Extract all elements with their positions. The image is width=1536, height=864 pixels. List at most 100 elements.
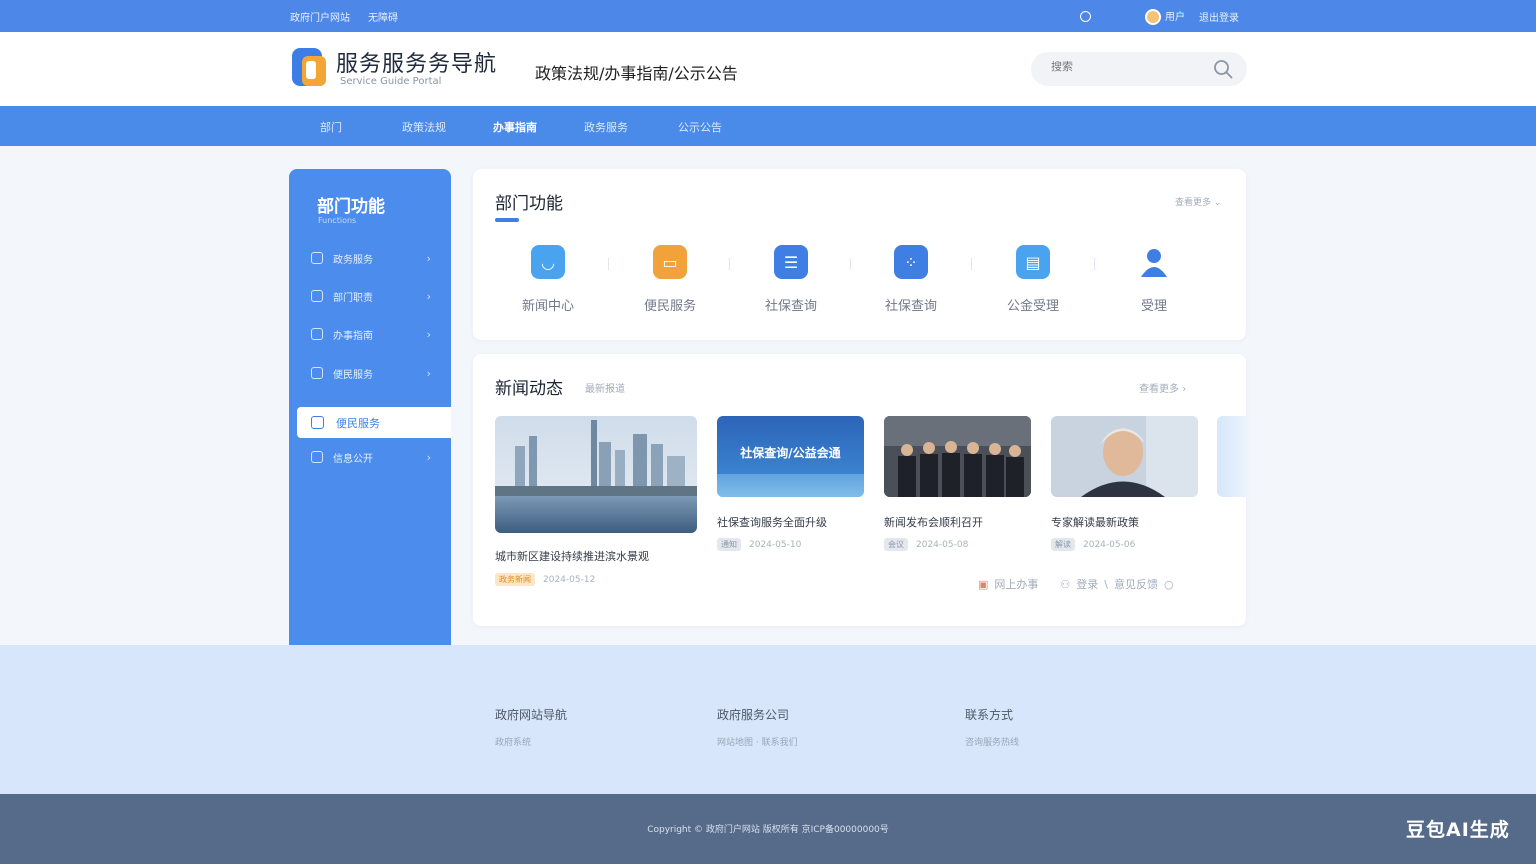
- news-image-partial[interactable]: [1217, 416, 1246, 497]
- func-fund[interactable]: ▤ 公金受理: [993, 245, 1073, 314]
- news-tag: 会议: [884, 538, 908, 551]
- news-caption[interactable]: 社保查询服务全面升级: [717, 514, 827, 530]
- main-nav: [0, 106, 1536, 146]
- online-service-link[interactable]: 网上办事: [994, 576, 1038, 592]
- news-caption[interactable]: 专家解读最新政策: [1051, 514, 1139, 530]
- title-underline: [495, 218, 519, 222]
- apps-icon: ⁘: [894, 245, 928, 279]
- news-subtitle: 最新报道: [585, 384, 625, 395]
- news-image-banner[interactable]: 社保查询/公益会通: [717, 416, 864, 497]
- divider: [1094, 258, 1095, 270]
- nav-item-announcements[interactable]: 公示公告: [678, 119, 722, 135]
- func-news[interactable]: ◡ 新闻中心: [508, 245, 588, 314]
- sidebar-subtitle: Functions: [318, 216, 357, 225]
- footer-col-link[interactable]: 网站地图 · 联系我们: [717, 735, 798, 748]
- calendar-icon: [311, 416, 324, 429]
- func-label: 公金受理: [1006, 299, 1059, 314]
- site-title: 服务服务务导航: [336, 52, 498, 77]
- func-label: 社保查询: [764, 299, 817, 314]
- logout-link[interactable]: 退出登录: [1199, 9, 1239, 24]
- chevron-down-icon: ⌄: [1213, 198, 1222, 208]
- news-caption[interactable]: 城市新区建设持续推进滨水景观: [495, 548, 649, 564]
- sidebar-item-disclosure[interactable]: 信息公开 ›: [311, 447, 431, 467]
- status-icon[interactable]: [1080, 11, 1091, 22]
- news-title: 新闻动态: [495, 379, 563, 399]
- folder-icon: ▤: [1016, 245, 1050, 279]
- nav-item-guide[interactable]: 办事指南: [493, 119, 537, 135]
- circle-icon[interactable]: ○: [1164, 578, 1174, 591]
- nav-item-services[interactable]: 政务服务: [584, 119, 628, 135]
- news-image-meeting[interactable]: [884, 416, 1031, 497]
- accessibility-link[interactable]: 无障碍: [368, 9, 398, 24]
- list-icon: ☰: [774, 245, 808, 279]
- message-icon: ◡: [531, 245, 565, 279]
- more-label: 查看更多: [1175, 198, 1212, 208]
- news-date: 2024-05-12: [543, 575, 596, 585]
- sidebar-item-label: 办事指南: [333, 330, 373, 342]
- news-tag: 通知: [717, 538, 741, 551]
- chat-icon: ▭: [653, 245, 687, 279]
- footer-col-head: 政府服务公司: [717, 708, 790, 722]
- sidebar-title: 部门功能: [317, 197, 385, 217]
- avatar: [1145, 9, 1161, 25]
- news-meta: 政务新闻 2024-05-12: [495, 573, 595, 586]
- func-label: 社保查询: [884, 299, 937, 314]
- sidebar-item-duties[interactable]: 部门职责 ›: [311, 286, 431, 306]
- banner-text: 社保查询/公益会通: [740, 446, 841, 460]
- sidebar-item-guide[interactable]: 办事指南 ›: [311, 324, 431, 344]
- news-date: 2024-05-10: [749, 540, 802, 550]
- sidebar-item-label: 信息公开: [333, 453, 373, 465]
- portal-name: 政府门户网站: [290, 13, 350, 24]
- sidebar-item-label: 便民服务: [333, 369, 373, 381]
- news-meta: 会议 2024-05-08: [884, 538, 968, 551]
- copyright-text: Copyright © 政府门户网站 版权所有 京ICP备00000000号: [647, 825, 889, 835]
- chevron-right-icon: ›: [426, 328, 431, 341]
- news-tag: 政务新闻: [495, 573, 535, 586]
- nav-item-department[interactable]: 部门: [320, 119, 342, 135]
- login-link[interactable]: 登录: [1076, 576, 1098, 592]
- search-input[interactable]: [1051, 61, 1201, 73]
- func-social-security[interactable]: ☰ 社保查询: [751, 245, 831, 314]
- func-accept[interactable]: 受理: [1114, 245, 1194, 314]
- search-icon[interactable]: [1213, 59, 1233, 79]
- news-more-link[interactable]: 查看更多 ›: [1139, 380, 1186, 395]
- news-meta: 解读 2024-05-06: [1051, 538, 1135, 551]
- sidebar-item-convenience[interactable]: 便民服务 ›: [311, 363, 431, 383]
- sidebar-item-label: 部门职责: [333, 292, 373, 304]
- people-icon: [311, 451, 323, 463]
- news-actions: ▣ 网上办事 ⚇ 登录 \ 意见反馈 ○: [978, 576, 1174, 592]
- footer-col-head: 政府网站导航: [495, 708, 568, 722]
- sidebar-item-active[interactable]: 便民服务: [297, 407, 451, 438]
- divider: [729, 258, 730, 270]
- user-menu[interactable]: 用户: [1145, 8, 1185, 25]
- news-image-city[interactable]: [495, 416, 697, 533]
- news-tag: 解读: [1051, 538, 1075, 551]
- footer-col-link[interactable]: 政府系统: [495, 735, 531, 748]
- top-utility-bar: 政府门户网站 无障碍 用户 退出登录: [0, 0, 1536, 32]
- separator: \: [1104, 577, 1108, 591]
- func-social-query[interactable]: ⁘ 社保查询: [871, 245, 951, 314]
- sidebar-item-label: 政务服务: [333, 254, 373, 266]
- func-label: 受理: [1140, 299, 1167, 314]
- site-logo[interactable]: [292, 48, 328, 88]
- chevron-right-icon: ›: [426, 367, 431, 380]
- func-label: 新闻中心: [521, 299, 574, 314]
- header-quick-links[interactable]: 政策法规/办事指南/公示公告: [535, 60, 738, 84]
- user-outline-icon: ⚇: [1060, 577, 1071, 591]
- func-label: 便民服务: [643, 299, 696, 314]
- nav-item-policy[interactable]: 政策法规: [402, 119, 446, 135]
- news-image-portrait[interactable]: [1051, 416, 1198, 497]
- divider: [850, 258, 851, 270]
- building-icon: [311, 252, 323, 264]
- func-convenience[interactable]: ▭ 便民服务: [630, 245, 710, 314]
- more-label: 查看更多: [1139, 384, 1179, 395]
- site-header: [0, 32, 1536, 106]
- chevron-right-icon: ›: [426, 252, 431, 265]
- sidebar-item-services[interactable]: 政务服务 ›: [311, 248, 431, 268]
- chevron-right-icon: ›: [426, 290, 431, 303]
- functions-more-link[interactable]: 查看更多 ⌄: [1175, 195, 1221, 208]
- footer-col-link[interactable]: 咨询服务热线: [965, 735, 1019, 748]
- news-caption[interactable]: 新闻发布会顺利召开: [884, 514, 983, 530]
- feedback-link[interactable]: 意见反馈: [1114, 576, 1158, 592]
- divider: [608, 258, 609, 270]
